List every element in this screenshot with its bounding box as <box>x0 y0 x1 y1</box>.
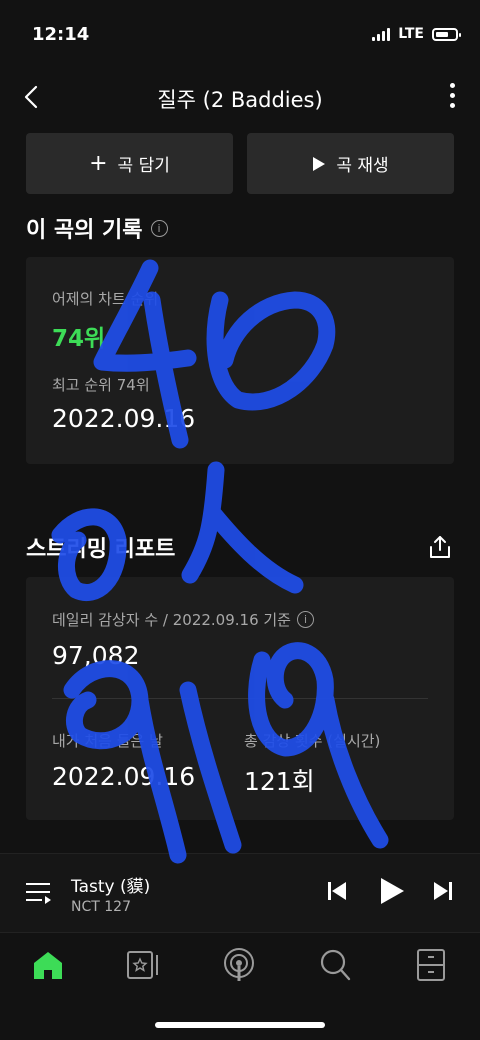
plus-icon: + <box>89 150 108 176</box>
status-indicators: LTE <box>372 26 461 42</box>
daily-listeners-label-row: 데일리 감상자 수 / 2022.09.16 기준 i <box>52 609 314 630</box>
streaming-title-text: 스트리밍 리포트 <box>26 537 176 562</box>
status-bar: 12:14 LTE <box>0 0 480 70</box>
yesterday-rank-label: 어제의 차트 순위 <box>52 290 159 308</box>
total-plays-label: 총 감상 횟수 (실시간) <box>244 732 381 750</box>
streaming-section-title: 스트리밍 리포트 <box>26 531 175 563</box>
play-icon[interactable] <box>378 876 406 906</box>
home-icon[interactable] <box>30 947 66 983</box>
previous-icon[interactable] <box>326 876 348 906</box>
podcast-icon[interactable] <box>221 947 257 983</box>
streaming-card: 데일리 감상자 수 / 2022.09.16 기준 i 97,082 내가 처음… <box>26 577 454 820</box>
more-icon[interactable] <box>442 80 462 114</box>
add-song-button[interactable]: + 곡 담기 <box>26 133 233 194</box>
first-listen-value: 2022.09.16 <box>52 762 196 791</box>
library-icon[interactable] <box>125 947 161 983</box>
mini-player[interactable]: Tasty (貘) NCT 127 <box>0 853 480 932</box>
page-title: 질주 (2 Baddies) <box>157 88 323 112</box>
daily-listeners-label: 데일리 감상자 수 / 2022.09.16 기준 <box>52 611 291 629</box>
record-title-text: 이 곡의 기록 <box>26 218 143 243</box>
network-type: LTE <box>398 26 424 42</box>
card-divider <box>52 698 428 699</box>
now-playing-title: Tasty (貘) <box>71 877 151 897</box>
top-header: 질주 (2 Baddies) <box>0 72 480 122</box>
search-icon[interactable] <box>317 947 353 983</box>
storage-icon[interactable] <box>413 947 449 983</box>
daily-listeners-value: 97,082 <box>52 641 140 670</box>
record-card: 어제의 차트 순위 74위 최고 순위 74위 2022.09.16 <box>26 257 454 464</box>
first-listen-label: 내가 처음 들은 날 <box>52 732 163 750</box>
next-icon[interactable] <box>432 876 454 906</box>
share-icon[interactable] <box>426 533 454 561</box>
status-time: 12:14 <box>32 24 90 45</box>
add-song-label: 곡 담기 <box>117 156 170 176</box>
now-playing-artist: NCT 127 <box>71 899 131 915</box>
signal-icon <box>372 27 391 41</box>
info-icon[interactable]: i <box>150 219 168 237</box>
home-indicator <box>155 1022 325 1028</box>
queue-icon[interactable] <box>24 880 52 906</box>
record-section-title: 이 곡의 기록 i <box>26 212 168 244</box>
play-icon <box>313 156 326 171</box>
battery-icon <box>432 27 461 41</box>
play-song-button[interactable]: 곡 재생 <box>247 133 454 194</box>
total-plays-value: 121회 <box>244 767 315 796</box>
play-song-label: 곡 재생 <box>336 156 389 176</box>
best-rank-label: 최고 순위 74위 <box>52 376 150 394</box>
best-rank-date: 2022.09.16 <box>52 404 196 433</box>
info-icon[interactable]: i <box>296 611 314 628</box>
yesterday-rank-value: 74위 <box>52 326 106 352</box>
